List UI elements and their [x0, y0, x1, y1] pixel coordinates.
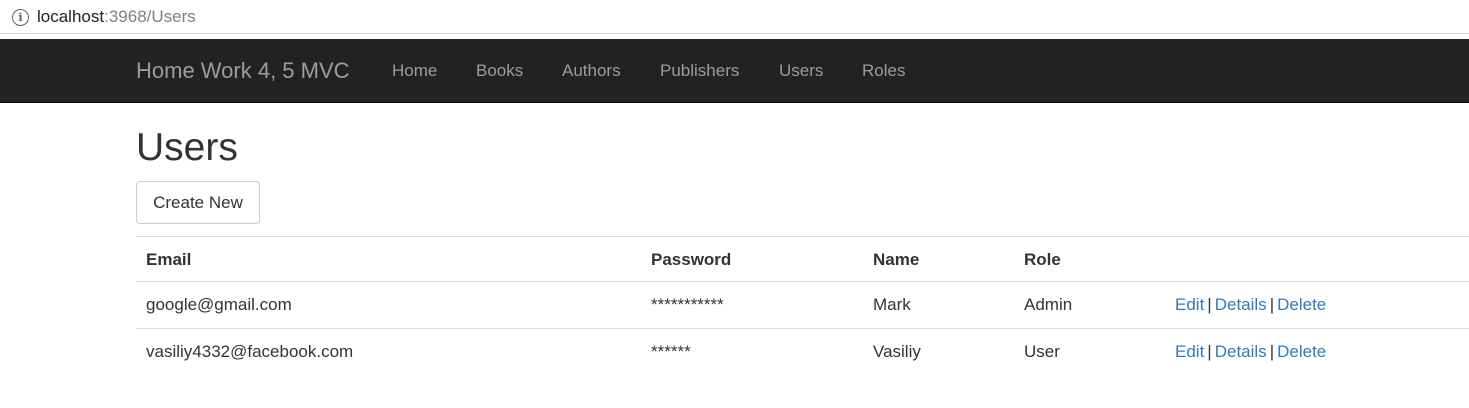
details-link[interactable]: Details: [1215, 342, 1267, 361]
info-icon[interactable]: i: [12, 9, 29, 26]
cell-password: ******: [651, 342, 691, 361]
navbar: Home Work 4, 5 MVC Home Books Authors Pu…: [0, 39, 1469, 103]
separator: |: [1207, 295, 1212, 314]
table-header-row: Email Password Name Role: [136, 236, 1469, 282]
row-actions: Edit | Details | Delete: [1175, 341, 1326, 363]
details-link[interactable]: Details: [1215, 295, 1267, 314]
nav-item-publishers[interactable]: Publishers: [660, 61, 739, 81]
url-host: localhost: [37, 7, 105, 26]
nav-item-users[interactable]: Users: [779, 61, 823, 81]
table-row: vasiliy4332@facebook.com ****** Vasiliy …: [136, 328, 1469, 374]
url-text[interactable]: localhost:3968/Users: [37, 7, 196, 27]
navbar-brand[interactable]: Home Work 4, 5 MVC: [136, 58, 350, 84]
address-bar[interactable]: i localhost:3968/Users: [0, 0, 1469, 34]
edit-link[interactable]: Edit: [1175, 295, 1204, 314]
url-path: :3968/Users: [104, 7, 196, 26]
header-email: Email: [146, 250, 192, 269]
cell-role: User: [1024, 342, 1060, 361]
cell-email: google@gmail.com: [146, 295, 292, 314]
edit-link[interactable]: Edit: [1175, 342, 1204, 361]
nav-item-home[interactable]: Home: [392, 61, 437, 81]
separator: |: [1269, 342, 1275, 361]
cell-email: vasiliy4332@facebook.com: [146, 342, 354, 361]
nav-item-books[interactable]: Books: [476, 61, 523, 81]
header-name: Name: [873, 250, 920, 269]
delete-link[interactable]: Delete: [1277, 342, 1326, 361]
header-role: Role: [1024, 250, 1061, 269]
page-title: Users: [136, 126, 238, 169]
cell-name: Vasiliy: [873, 342, 921, 361]
cell-role: Admin: [1024, 295, 1073, 314]
delete-link[interactable]: Delete: [1277, 295, 1326, 314]
nav-item-roles[interactable]: Roles: [862, 61, 905, 81]
separator: |: [1207, 342, 1212, 361]
nav-item-authors[interactable]: Authors: [562, 61, 621, 81]
users-table: Email Password Name Role google@gmail.co…: [136, 236, 1469, 374]
create-new-button[interactable]: Create New: [136, 181, 260, 224]
row-actions: Edit | Details | Delete: [1175, 294, 1326, 316]
table-row: google@gmail.com *********** Mark Admin …: [136, 282, 1469, 328]
separator: |: [1269, 295, 1275, 314]
header-password: Password: [651, 250, 732, 269]
cell-name: Mark: [873, 295, 911, 314]
cell-password: ***********: [651, 295, 724, 314]
